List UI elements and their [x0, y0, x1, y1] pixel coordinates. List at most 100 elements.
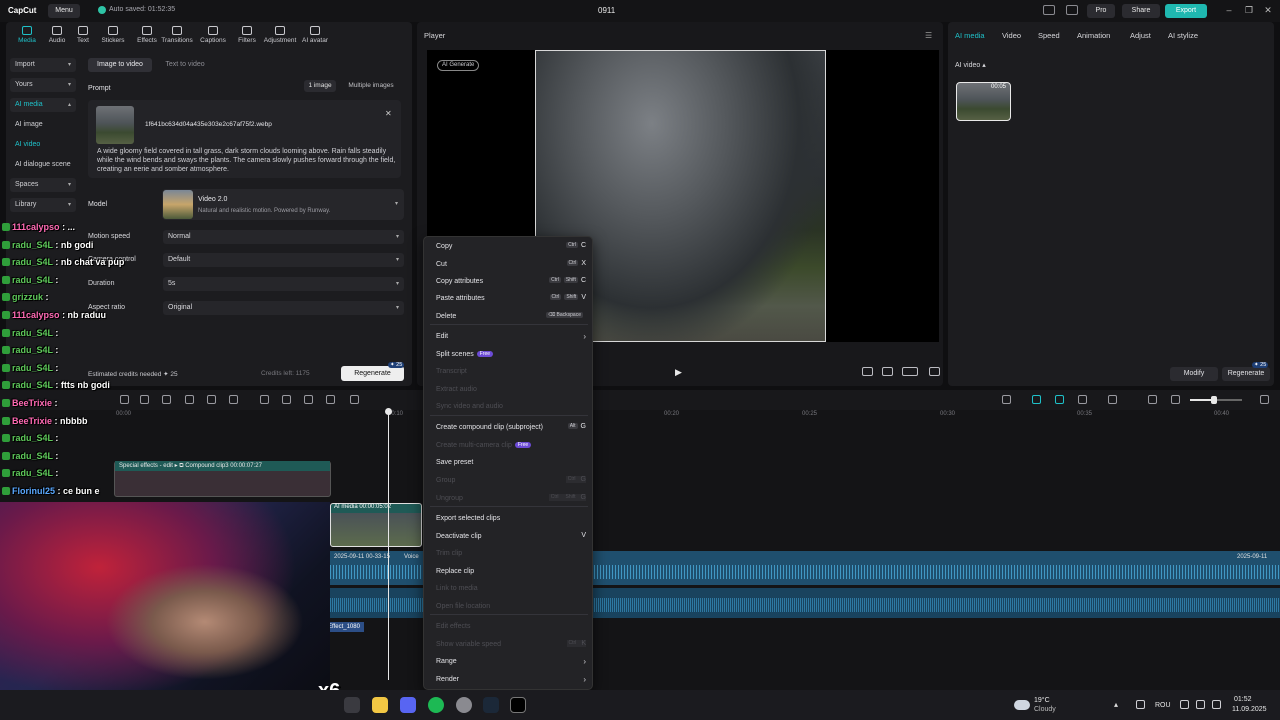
- adjust-icon[interactable]: [304, 395, 313, 404]
- regenerate-button[interactable]: Regenerate: [341, 366, 404, 381]
- weather-condition[interactable]: Cloudy: [1034, 706, 1056, 713]
- one-image-toggle[interactable]: 1 image: [304, 80, 336, 92]
- capcut-icon[interactable]: [510, 697, 526, 713]
- sidebar-item-ai-video[interactable]: AI video: [10, 138, 76, 152]
- tab-ai-stylize[interactable]: AI stylize: [1168, 31, 1198, 40]
- menu-item-export-selected-clips[interactable]: Export selected clips: [436, 515, 586, 522]
- fit-icon[interactable]: [1148, 395, 1157, 404]
- chat-message: radu_S4L :: [2, 433, 58, 443]
- tab-ai-media[interactable]: AI media: [955, 31, 985, 40]
- share-button[interactable]: Share: [1122, 4, 1160, 18]
- fullscreen-icon[interactable]: [929, 367, 940, 376]
- tab-captions[interactable]: Captions: [196, 26, 230, 48]
- menu-item-render[interactable]: Render ›: [436, 675, 586, 684]
- menu-item-label: Show variable speed: [436, 641, 501, 648]
- tray-app-icon[interactable]: [1136, 700, 1145, 709]
- regenerate-right-button[interactable]: Regenerate: [1222, 367, 1270, 381]
- tab-text[interactable]: Text: [66, 26, 100, 48]
- steam-icon[interactable]: [483, 697, 499, 713]
- pro-button[interactable]: Pro: [1087, 4, 1115, 18]
- menu-item-copy-attributes[interactable]: Copy attributes Ctrl Shift C: [436, 277, 586, 285]
- sidebar-item-import[interactable]: Import ▾: [10, 58, 76, 72]
- battery-icon[interactable]: [1212, 700, 1221, 709]
- tab-media[interactable]: Media: [10, 26, 44, 48]
- prompt-text[interactable]: A wide gloomy field covered in tall gras…: [97, 147, 397, 174]
- sidebar-item-ai-dialogue-scene[interactable]: AI dialogue scene: [10, 158, 76, 172]
- effect-clip[interactable]: Effect_1080: [326, 622, 364, 632]
- mirror-icon[interactable]: [282, 395, 291, 404]
- tab-ai-avatar[interactable]: AI avatar: [298, 26, 332, 48]
- menu-item-paste-attributes[interactable]: Paste attributes Ctrl Shift V: [436, 294, 586, 302]
- crop-icon[interactable]: [882, 367, 893, 376]
- preview-axis-icon[interactable]: [1108, 395, 1117, 404]
- layout-icon[interactable]: [1043, 5, 1055, 15]
- tab-stickers[interactable]: Stickers: [96, 26, 130, 48]
- project-title[interactable]: 0911: [598, 6, 615, 15]
- ai-edit-icon[interactable]: [326, 395, 335, 404]
- menu-item-save-preset[interactable]: Save preset: [436, 459, 586, 466]
- explorer-icon[interactable]: [372, 697, 388, 713]
- quality-icon[interactable]: [862, 367, 873, 376]
- tab-adjustment[interactable]: Adjustment: [260, 26, 300, 48]
- tab-effects[interactable]: Effects: [130, 26, 164, 48]
- menu-item-range[interactable]: Range ›: [436, 657, 586, 666]
- tray-chevron-icon[interactable]: ▴: [1114, 700, 1118, 709]
- snap-icon[interactable]: [1078, 395, 1087, 404]
- restore-icon[interactable]: ❐: [1244, 5, 1254, 15]
- shortcuts-icon[interactable]: [1066, 5, 1078, 15]
- volume-icon[interactable]: [1196, 700, 1205, 709]
- zoom-in-icon[interactable]: [1260, 395, 1269, 404]
- wifi-icon[interactable]: [1180, 700, 1189, 709]
- menu-item-delete[interactable]: Delete ⌫ Backspace: [436, 312, 586, 320]
- close-icon[interactable]: ✕: [1263, 5, 1273, 15]
- freeze-icon[interactable]: [260, 395, 269, 404]
- tab-animation[interactable]: Animation: [1077, 31, 1110, 40]
- playhead-handle[interactable]: [385, 408, 392, 415]
- remove-image-icon[interactable]: ✕: [385, 109, 392, 118]
- image-to-video-tab[interactable]: Image to video: [88, 58, 152, 72]
- export-button[interactable]: Export: [1165, 4, 1207, 18]
- tab-speed[interactable]: Speed: [1038, 31, 1060, 40]
- ratio-icon[interactable]: [902, 367, 918, 376]
- app-icon[interactable]: [344, 697, 360, 713]
- sidebar-item-yours[interactable]: Yours ▾: [10, 78, 76, 92]
- menu-item-edit[interactable]: Edit ›: [436, 332, 586, 341]
- zoom-out-icon[interactable]: [1171, 395, 1180, 404]
- sidebar-item-ai-media[interactable]: AI media ▴: [10, 98, 76, 112]
- menu-item-replace-clip[interactable]: Replace clip: [436, 568, 586, 575]
- clock-time[interactable]: 01:52: [1234, 696, 1252, 703]
- ai-video-section[interactable]: AI video ▴: [955, 61, 986, 69]
- tab-adjust[interactable]: Adjust: [1130, 31, 1151, 40]
- player-menu-icon[interactable]: ☰: [925, 31, 932, 40]
- minimize-icon[interactable]: –: [1224, 5, 1234, 15]
- zoom-slider-handle[interactable]: [1211, 396, 1217, 404]
- spotify-icon[interactable]: [428, 697, 444, 713]
- language-indicator[interactable]: ROU: [1155, 702, 1171, 709]
- play-icon[interactable]: ▶: [675, 367, 682, 378]
- menu-button[interactable]: Menu: [48, 4, 80, 18]
- tab-video[interactable]: Video: [1002, 31, 1021, 40]
- menu-item-create-compound-clip-subproject[interactable]: Create compound clip (subproject) Alt G: [436, 423, 586, 431]
- sidebar-item-ai-image[interactable]: AI image: [10, 118, 76, 132]
- link-icon[interactable]: [1032, 395, 1041, 404]
- menu-item-deactivate-clip[interactable]: Deactivate clip V: [436, 532, 586, 540]
- discord-icon[interactable]: [400, 697, 416, 713]
- modify-button[interactable]: Modify: [1170, 367, 1218, 381]
- tab-filters[interactable]: Filters: [230, 26, 264, 48]
- text-to-video-tab[interactable]: Text to video: [156, 58, 214, 72]
- playhead[interactable]: [388, 410, 389, 680]
- magnet-icon[interactable]: [1055, 395, 1064, 404]
- weather-temperature[interactable]: 19°C: [1034, 697, 1050, 704]
- sidebar-item-library[interactable]: Library ▾: [10, 198, 76, 212]
- model-select[interactable]: [162, 189, 404, 220]
- menu-item-split-scenes[interactable]: Split scenes Free: [436, 351, 586, 358]
- tab-transitions[interactable]: Transitions: [160, 26, 194, 48]
- menu-item-cut[interactable]: Cut Ctrl X: [436, 260, 586, 268]
- subtitle-icon[interactable]: [350, 395, 359, 404]
- sidebar-item-spaces[interactable]: Spaces ▾: [10, 178, 76, 192]
- microphone-icon[interactable]: [1002, 395, 1011, 404]
- multiple-images-toggle[interactable]: Multiple images: [342, 80, 400, 92]
- menu-item-copy[interactable]: Copy Ctrl C: [436, 242, 586, 250]
- obs-icon[interactable]: [456, 697, 472, 713]
- clock-date[interactable]: 11.09.2025: [1232, 706, 1267, 713]
